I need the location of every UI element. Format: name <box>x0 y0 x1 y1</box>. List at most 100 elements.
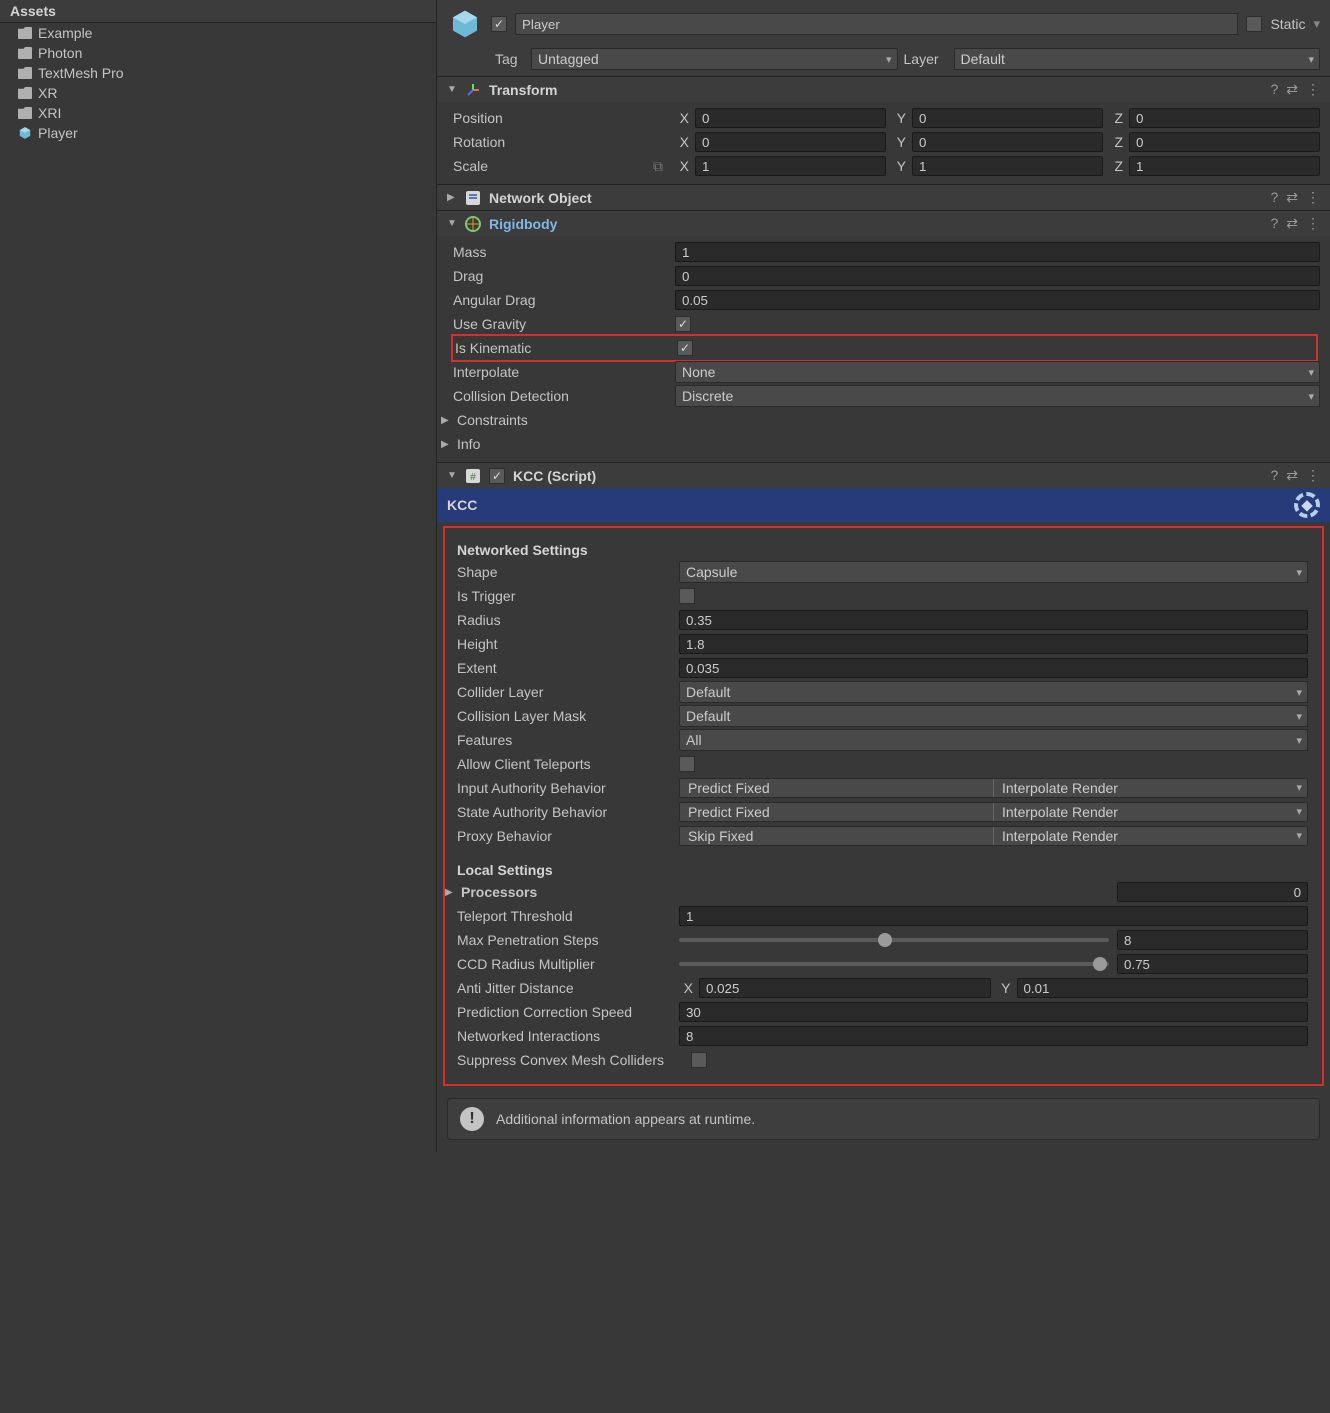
extent-label: Extent <box>457 660 673 676</box>
kcc-bar-title: KCC <box>447 497 477 513</box>
component-title: Rigidbody <box>489 216 1262 232</box>
prefab-icon <box>447 6 483 42</box>
static-checkbox[interactable] <box>1246 16 1262 32</box>
component-enabled-checkbox[interactable] <box>489 468 505 484</box>
inspector-header: Static ▾ Tag Untagged Layer Default <box>437 0 1330 76</box>
context-menu-icon[interactable]: ⋮ <box>1306 467 1320 484</box>
extent-field[interactable] <box>679 658 1308 678</box>
preset-icon[interactable]: ⇄ <box>1286 81 1298 98</box>
height-field[interactable] <box>679 634 1308 654</box>
position-y-field[interactable] <box>912 108 1103 128</box>
gameobject-name-field[interactable] <box>515 13 1238 35</box>
teleport-threshold-label: Teleport Threshold <box>457 908 673 924</box>
foldout-icon[interactable]: ▶ <box>445 887 455 898</box>
component-header[interactable]: ▼ # KCC (Script) ? ⇄ ⋮ <box>437 463 1330 488</box>
component-title: Transform <box>489 82 1262 98</box>
foldout-icon[interactable]: ▼ <box>447 470 457 481</box>
context-menu-icon[interactable]: ⋮ <box>1306 81 1320 98</box>
component-header[interactable]: ▼ Transform ? ⇄ ⋮ <box>437 77 1330 102</box>
component-header[interactable]: ▼ Rigidbody ? ⇄ ⋮ <box>437 211 1330 236</box>
foldout-icon[interactable]: ▼ <box>447 218 457 229</box>
component-header[interactable]: ▶ Network Object ? ⇄ ⋮ <box>437 185 1330 210</box>
radius-label: Radius <box>457 612 673 628</box>
preset-icon[interactable]: ⇄ <box>1286 215 1298 232</box>
tag-dropdown[interactable]: Untagged <box>531 48 898 70</box>
preset-icon[interactable]: ⇄ <box>1286 467 1298 484</box>
prediction-correction-field[interactable] <box>679 1002 1308 1022</box>
max-penetration-slider[interactable] <box>679 938 1109 942</box>
rotation-z-field[interactable] <box>1129 132 1320 152</box>
input-authority-dropdown[interactable]: Predict FixedInterpolate Render <box>679 778 1308 798</box>
scale-z-field[interactable] <box>1129 156 1320 176</box>
context-menu-icon[interactable]: ⋮ <box>1306 215 1320 232</box>
help-icon[interactable]: ? <box>1270 215 1278 232</box>
drag-field[interactable] <box>675 266 1320 286</box>
scale-y-field[interactable] <box>912 156 1103 176</box>
interpolate-label: Interpolate <box>453 364 669 380</box>
static-label: Static <box>1270 16 1305 32</box>
allow-client-teleports-checkbox[interactable] <box>679 756 695 772</box>
features-label: Features <box>457 732 673 748</box>
shape-dropdown[interactable]: Capsule <box>679 561 1308 583</box>
suppress-convex-checkbox[interactable] <box>691 1052 707 1068</box>
collider-layer-dropdown[interactable]: Default <box>679 681 1308 703</box>
proxy-behavior-dropdown[interactable]: Skip FixedInterpolate Render <box>679 826 1308 846</box>
help-icon[interactable]: ? <box>1270 189 1278 206</box>
kcc-bar: KCC <box>437 488 1330 522</box>
layer-dropdown[interactable]: Default <box>954 48 1321 70</box>
is-trigger-checkbox[interactable] <box>679 588 695 604</box>
asset-prefab[interactable]: Player <box>0 123 436 143</box>
ccd-radius-slider[interactable] <box>679 962 1109 966</box>
script-icon <box>465 190 481 206</box>
ccd-radius-value[interactable] <box>1117 954 1308 974</box>
info-label: Info <box>457 436 480 452</box>
mass-field[interactable] <box>675 242 1320 262</box>
y-label: Y <box>892 110 906 126</box>
prefab-icon <box>18 126 32 140</box>
help-icon[interactable]: ? <box>1270 81 1278 98</box>
asset-folder[interactable]: Photon <box>0 43 436 63</box>
asset-folder[interactable]: TextMesh Pro <box>0 63 436 83</box>
asset-folder[interactable]: XR <box>0 83 436 103</box>
networked-icon <box>1294 492 1320 518</box>
is-kinematic-checkbox[interactable] <box>677 340 693 356</box>
features-dropdown[interactable]: All <box>679 729 1308 751</box>
component-title: KCC (Script) <box>513 468 1262 484</box>
collision-layer-mask-dropdown[interactable]: Default <box>679 705 1308 727</box>
state-authority-dropdown[interactable]: Predict FixedInterpolate Render <box>679 802 1308 822</box>
script-icon: # <box>465 468 481 484</box>
folder-icon <box>18 47 32 59</box>
processors-label: Processors <box>461 884 665 900</box>
foldout-icon[interactable]: ▶ <box>447 192 457 203</box>
position-x-field[interactable] <box>695 108 886 128</box>
enabled-checkbox[interactable] <box>491 16 507 32</box>
use-gravity-checkbox[interactable] <box>675 316 691 332</box>
processors-count-field[interactable] <box>1117 882 1308 902</box>
mass-label: Mass <box>453 244 669 260</box>
angular-drag-field[interactable] <box>675 290 1320 310</box>
networked-interactions-field[interactable] <box>679 1026 1308 1046</box>
context-menu-icon[interactable]: ⋮ <box>1306 189 1320 206</box>
position-z-field[interactable] <box>1129 108 1320 128</box>
help-icon[interactable]: ? <box>1270 467 1278 484</box>
scale-label: Scale <box>453 158 488 174</box>
anti-jitter-x-field[interactable] <box>699 978 991 998</box>
foldout-icon[interactable]: ▼ <box>447 84 457 95</box>
teleport-threshold-field[interactable] <box>679 906 1308 926</box>
radius-field[interactable] <box>679 610 1308 630</box>
foldout-icon[interactable]: ▶ <box>441 439 451 450</box>
asset-folder[interactable]: XRI <box>0 103 436 123</box>
collision-detection-dropdown[interactable]: Discrete <box>675 385 1320 407</box>
max-penetration-value[interactable] <box>1117 930 1308 950</box>
foldout-icon[interactable]: ▶ <box>441 415 451 426</box>
interpolate-dropdown[interactable]: None <box>675 361 1320 383</box>
chevron-down-icon[interactable]: ▾ <box>1313 16 1320 32</box>
rotation-x-field[interactable] <box>695 132 886 152</box>
anti-jitter-y-field[interactable] <box>1017 978 1309 998</box>
rotation-y-field[interactable] <box>912 132 1103 152</box>
constrain-proportions-icon[interactable]: ⧉ <box>653 158 663 175</box>
preset-icon[interactable]: ⇄ <box>1286 189 1298 206</box>
asset-folder[interactable]: Example <box>0 23 436 43</box>
max-penetration-steps-label: Max Penetration Steps <box>457 932 673 948</box>
scale-x-field[interactable] <box>695 156 886 176</box>
